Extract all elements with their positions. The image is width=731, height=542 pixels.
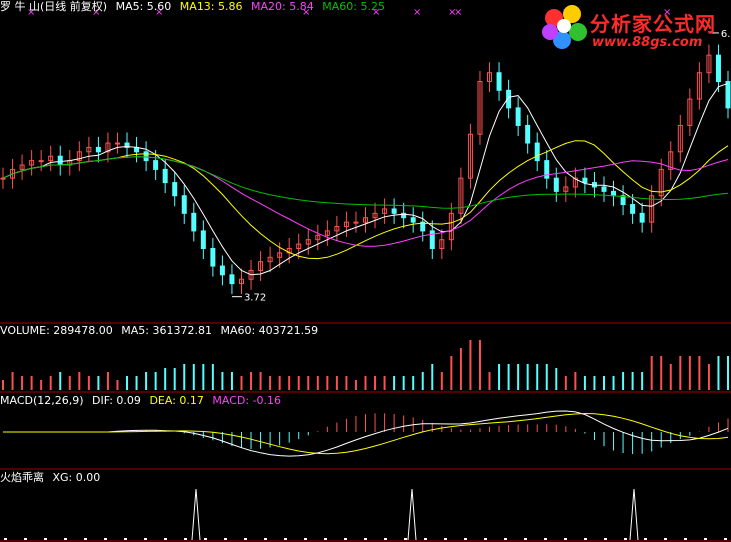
xg-header: 火焰乖离 XG: 0.00 [0,471,105,484]
candle-body [95,146,101,153]
dea-label: DEA: 0.17 [149,394,204,407]
xg-baseline-dot [624,538,627,540]
candle-body [114,142,120,145]
xg-baseline-dot [584,538,587,540]
top-marker: × [413,7,421,18]
xg-baseline-dot [684,538,687,540]
logo-title: 分析家公式网 [590,12,716,36]
xg-baseline-dot [564,538,567,540]
xg-baseline-dot [644,538,647,540]
candle-body [391,208,397,214]
ma60-label: MA60: 5.25 [322,0,385,13]
ma20-line [2,156,729,247]
ma13-label: MA13: 5.86 [179,0,243,13]
xg-baseline-dot [704,538,707,540]
candle-body [725,81,731,109]
flower-logo-icon [542,5,587,49]
xg-baseline-dot [164,538,167,540]
candle-body [219,265,225,276]
xg-baseline-dot [204,538,207,540]
candle-body [630,204,636,214]
xg-baseline-dot [384,538,387,540]
low-label: 3.72 [244,293,266,304]
volume-ma5-label: MA5: 361372.81 [121,324,212,337]
volume-header: VOLUME: 289478.00 MA5: 361372.81 MA60: 4… [0,324,323,337]
xg-baseline-dot [24,538,27,540]
candle-body [353,221,359,224]
xg-spike [629,488,639,541]
candle-body [210,247,216,267]
candle-body [143,151,149,162]
xg-baseline-dot [544,538,547,540]
xg-baseline-dot [124,538,127,540]
xg-baseline-dot [364,538,367,540]
candle-body [496,72,502,91]
candle-body [639,212,645,223]
xg-baseline-dot [184,538,187,540]
candle-body [611,190,617,197]
xg-baseline-dot [604,538,607,540]
candle-body [0,177,6,180]
xg-baseline-dot [484,538,487,540]
xg-spike [407,488,417,541]
xg-baseline-dot [64,538,67,540]
macd-header: MACD(12,26,9) DIF: 0.09 DEA: 0.17 MACD: … [0,394,286,407]
xg-title: 火焰乖离 [0,471,44,484]
xg-baseline-dot [444,538,447,540]
stock-name: 罗 牛 山(日线 前复权) [0,0,108,13]
xg-baseline-dot [424,538,427,540]
ma60-line [2,156,729,209]
xg-baseline-dot [264,538,267,540]
macd-value-label: MACD: -0.16 [212,394,282,407]
xg-baseline-dot [284,538,287,540]
volume-ma60-label: MA60: 403721.59 [220,324,319,337]
volume-label: VOLUME: 289478.00 [0,324,113,337]
xg-baseline-dot [144,538,147,540]
site-logo: 分析家公式网 www.88gs.com [540,2,728,56]
macd-title: MACD(12,26,9) [0,394,84,407]
xg-label: XG: 0.00 [52,471,101,484]
candle-body [715,54,721,83]
candle-body [162,168,168,184]
candle-body [534,142,540,162]
candle-body [200,230,206,249]
xg-baseline-dot [244,538,247,540]
xg-baseline-dot [84,538,87,540]
top-marker: × [454,7,462,18]
xg-baseline-dot [504,538,507,540]
xg-baseline-dot [104,538,107,540]
candle-body [38,160,44,163]
main-header: 罗 牛 山(日线 前复权) MA5: 5.60 MA13: 5.86 MA20:… [0,0,390,13]
xg-baseline-dot [324,538,327,540]
ma20-label: MA20: 5.84 [251,0,314,13]
xg-baseline-dot [404,538,407,540]
candle-body [601,186,607,192]
candle-body [181,195,187,214]
candle-body [229,274,235,285]
xg-baseline-dot [344,538,347,540]
candle-body [191,212,197,232]
xg-baseline-dot [464,538,467,540]
logo-url: www.88gs.com [592,35,703,50]
xg-baseline-dot [224,538,227,540]
ma5-label: MA5: 5.60 [115,0,172,13]
xg-baseline-dot [724,538,727,540]
stock-chart: ××××××××××6.633.72 [0,7,731,542]
dif-label: DIF: 0.09 [92,394,141,407]
candle-body [153,160,159,170]
candle-body [172,182,178,197]
candle-body [515,107,521,126]
xg-baseline-dot [664,538,667,540]
xg-baseline-dot [304,538,307,540]
xg-spike [191,488,201,541]
xg-baseline-dot [4,538,7,540]
candle-body [525,124,531,144]
candle-body [57,155,63,166]
candle-body [410,217,416,223]
xg-baseline-dot [524,538,527,540]
xg-baseline-dot [44,538,47,540]
candle-body [582,177,588,184]
candle-body [553,177,559,192]
